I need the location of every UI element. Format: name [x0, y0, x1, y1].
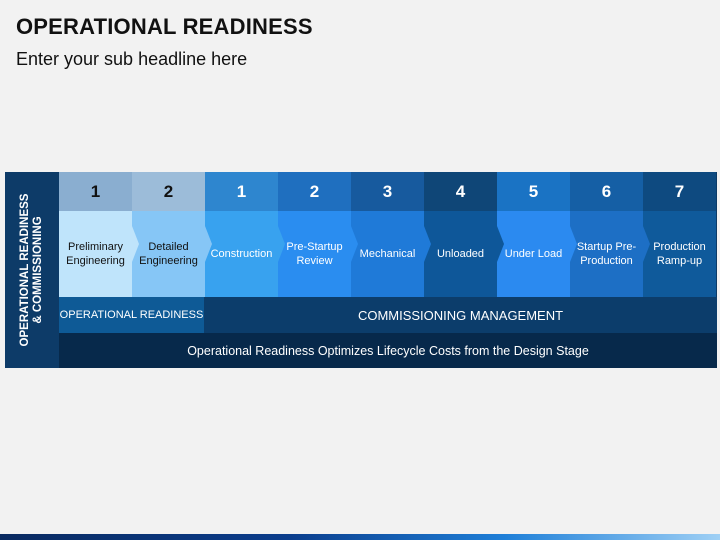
stage-label: Mechanical [351, 211, 424, 297]
chevron-arrow-icon [132, 226, 139, 262]
page-title: OPERATIONAL READINESS [16, 14, 313, 39]
stage-label: Production Ramp-up [643, 211, 716, 297]
operational-readiness-band: OPERATIONAL READINESS [59, 297, 204, 333]
commissioning-management-band: COMMISSIONING MANAGEMENT [204, 297, 717, 333]
stage-label: Startup Pre-Production [570, 211, 643, 297]
stage-number: 5 [497, 172, 570, 211]
stage-number: 3 [351, 172, 424, 211]
bottom-accent-bar [0, 534, 720, 540]
stage-label: Construction [205, 211, 278, 297]
chevron-arrow-icon [497, 226, 504, 262]
stage-label: Preliminary Engineering [59, 211, 132, 297]
readiness-diagram: OPERATIONAL READINESS & COMMISSIONING OP… [5, 172, 717, 368]
side-label: OPERATIONAL READINESS & COMMISSIONING [19, 193, 44, 347]
stage-number: 6 [570, 172, 643, 211]
stage-number: 4 [424, 172, 497, 211]
stage-number: 1 [205, 172, 278, 211]
stage-number: 2 [278, 172, 351, 211]
page-subtitle: Enter your sub headline here [16, 49, 248, 69]
chevron-arrow-icon [278, 226, 285, 262]
side-panel: OPERATIONAL READINESS & COMMISSIONING [5, 172, 59, 368]
chevron-arrow-icon [205, 226, 212, 262]
stage-label: Unloaded [424, 211, 497, 297]
chevron-arrow-icon [570, 226, 577, 262]
chevron-arrow-icon [643, 226, 650, 262]
stage-number: 2 [132, 172, 205, 211]
stage-label: Pre-Startup Review [278, 211, 351, 297]
footer-banner: Operational Readiness Optimizes Lifecycl… [59, 333, 717, 368]
chevron-arrow-icon [351, 226, 358, 262]
stage-number: 7 [643, 172, 716, 211]
stage-label: Under Load [497, 211, 570, 297]
stage-number: 1 [59, 172, 132, 211]
stage-label: Detailed Engineering [132, 211, 205, 297]
chevron-arrow-icon [424, 226, 431, 262]
